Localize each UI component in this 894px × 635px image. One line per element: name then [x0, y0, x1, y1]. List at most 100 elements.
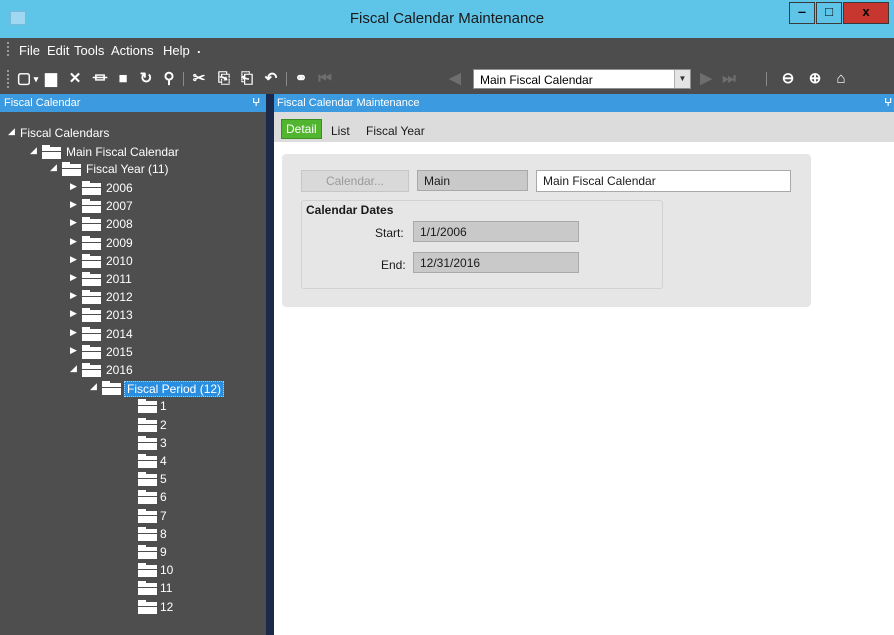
folder-icon: [138, 526, 157, 541]
folder-icon: [82, 344, 101, 359]
collapse-icon[interactable]: ◢: [50, 162, 60, 173]
calendar-selector[interactable]: Main Fiscal Calendar ▼: [473, 69, 691, 89]
tree-node-label: 10: [160, 563, 174, 578]
tree-node-label: 1: [160, 399, 167, 414]
expand-icon[interactable]: ▶: [70, 181, 80, 192]
calendar-button[interactable]: Calendar...: [301, 170, 409, 192]
tree-node-label: 11: [160, 581, 173, 596]
collapse-icon[interactable]: ◢: [30, 145, 40, 156]
folder-icon: [138, 417, 157, 432]
cut-icon[interactable]: ✂: [190, 70, 208, 88]
folder-icon: [62, 162, 81, 176]
tree-node-label: 2014: [106, 326, 133, 341]
tree-node-label: 8: [160, 526, 167, 541]
folder-icon: [138, 472, 157, 487]
folder-icon: [138, 454, 157, 468]
delete-icon[interactable]: ✕: [66, 70, 84, 88]
expand-icon[interactable]: ▶: [70, 290, 80, 301]
folder-icon: [138, 599, 157, 614]
expand-icon[interactable]: ▶: [70, 236, 80, 247]
tree-node-label: 2011: [106, 272, 132, 286]
tree-node-label: 2013: [106, 308, 133, 323]
folder-icon: [138, 581, 157, 596]
clear-icon[interactable]: ⚲: [160, 70, 178, 88]
tree-node-label: 2: [160, 417, 167, 432]
toolbar-separator: [286, 72, 287, 86]
tab-fiscal-year[interactable]: Fiscal Year: [366, 124, 425, 138]
collapse-icon[interactable]: ◢: [70, 363, 80, 374]
menu-tools[interactable]: Tools: [74, 43, 104, 58]
expand-icon[interactable]: ▶: [70, 199, 80, 210]
calendar-description-field[interactable]: Main Fiscal Calendar: [536, 170, 791, 192]
menu-overflow[interactable]: .: [197, 41, 201, 56]
end-label: End:: [381, 258, 406, 272]
tab-detail[interactable]: Detail: [281, 119, 322, 139]
tree-node-label: Main Fiscal Calendar: [66, 145, 179, 159]
expand-icon[interactable]: ▶: [70, 217, 80, 228]
pane-splitter[interactable]: [266, 94, 274, 635]
refresh-icon[interactable]: ↻: [137, 70, 155, 88]
undo-icon[interactable]: ↶: [262, 70, 280, 88]
folder-icon: [82, 290, 101, 305]
home-icon[interactable]: ⌂: [832, 70, 850, 88]
folder-icon: [138, 399, 157, 414]
menu-file[interactable]: File: [19, 43, 40, 58]
last-record-icon[interactable]: ⏭: [720, 70, 738, 88]
folder-icon: [82, 253, 101, 268]
binoculars-icon[interactable]: ⚭: [292, 70, 310, 88]
folder-icon: [82, 308, 101, 323]
tree-node-label: 5: [160, 472, 167, 487]
toolbar-grip[interactable]: [7, 70, 9, 88]
folder-icon: [42, 145, 61, 159]
end-date-value: 12/31/2016: [420, 256, 481, 270]
save-icon[interactable]: ▆: [42, 70, 60, 88]
first-record-icon[interactable]: ⏮: [316, 70, 334, 88]
maximize-button[interactable]: □: [816, 2, 842, 24]
tree-node-label: 7: [160, 508, 167, 523]
expand-icon[interactable]: ▶: [70, 327, 80, 338]
stop-icon[interactable]: ■: [114, 70, 132, 88]
collapse-icon[interactable]: ◢: [90, 381, 100, 392]
expand-icon[interactable]: ▶: [70, 272, 80, 283]
menu-edit[interactable]: Edit: [47, 43, 69, 58]
tree-node-label: 2006: [106, 181, 133, 195]
tree-node-label: 9: [160, 545, 167, 559]
start-label: Start:: [375, 226, 404, 240]
pin-icon[interactable]: ⵖ: [252, 96, 260, 109]
tree-node-label: Fiscal Calendars: [20, 126, 110, 140]
forward-icon[interactable]: ⊕: [806, 70, 824, 88]
expand-icon[interactable]: ▶: [70, 308, 80, 319]
tab-list[interactable]: List: [331, 124, 350, 138]
toolbar-separator: [766, 72, 767, 86]
start-date-field: 1/1/2006: [413, 221, 579, 242]
menu-help[interactable]: Help: [163, 43, 190, 58]
copy-icon[interactable]: ⎘: [215, 70, 233, 88]
tree-node-label: 2015: [106, 344, 133, 359]
folder-icon: [138, 508, 157, 523]
tree-node-label: 2009: [106, 235, 133, 250]
folder-icon: [82, 272, 101, 286]
chevron-down-icon[interactable]: ▼: [674, 70, 690, 88]
close-button[interactable]: x: [843, 2, 889, 24]
folder-icon: [82, 326, 101, 341]
tree-node-label: 12: [160, 599, 174, 614]
expand-icon[interactable]: ▶: [70, 345, 80, 356]
menu-actions[interactable]: Actions: [111, 43, 154, 58]
prev-record-icon[interactable]: ◀: [446, 70, 464, 88]
menubar-grip[interactable]: [7, 42, 9, 58]
expand-icon[interactable]: ▶: [70, 254, 80, 265]
fiscal-calendar-pane-header: Fiscal Calendar ⵖ: [0, 94, 266, 112]
minimize-button[interactable]: ‒: [789, 2, 815, 24]
paste-icon[interactable]: ⎗: [238, 70, 256, 88]
back-icon[interactable]: ⊖: [779, 70, 797, 88]
pin-icon[interactable]: ⵖ: [884, 96, 892, 109]
tree-node-label: 2012: [106, 290, 133, 305]
search-icon[interactable]: ⏛: [91, 70, 109, 88]
tab-strip: Detail List Fiscal Year: [274, 112, 894, 142]
folder-icon: [82, 181, 101, 195]
folder-icon: [138, 490, 157, 505]
collapse-icon[interactable]: ◢: [8, 126, 18, 137]
title-bar: Fiscal Calendar Maintenance ‒ □ x: [0, 0, 894, 38]
next-record-icon[interactable]: ▶: [697, 70, 715, 88]
new-dropdown-icon[interactable]: ▾: [31, 70, 41, 88]
